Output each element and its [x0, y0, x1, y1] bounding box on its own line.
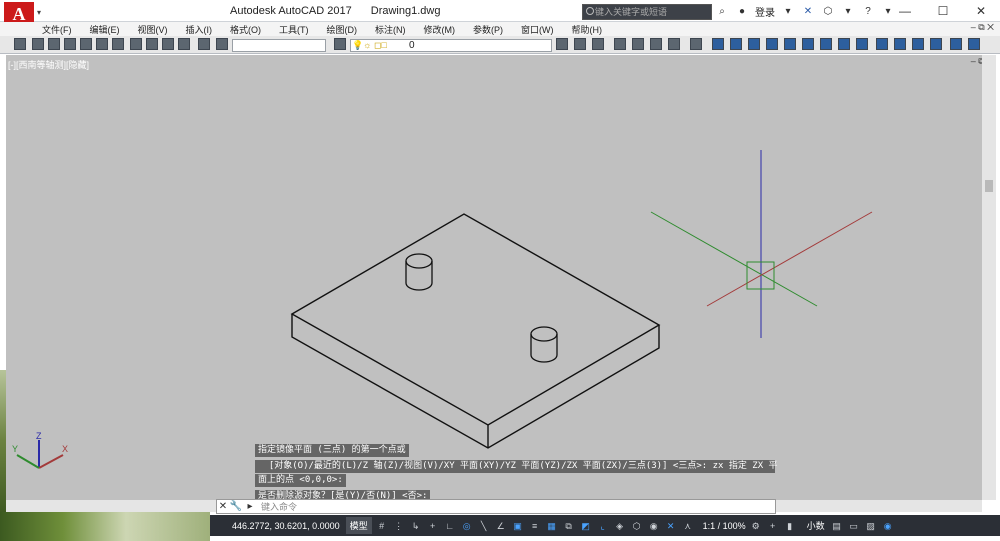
hardware-acceleration-icon[interactable]: ▨	[865, 520, 877, 532]
command-history-line: [对象(O)/最近的(L)/Z 轴(Z)/视图(V)/XY 平面(XY)/YZ …	[255, 460, 778, 473]
gizmo-icon[interactable]: ⬡	[631, 520, 643, 532]
command-close-icon[interactable]: ✕	[217, 501, 229, 512]
dynamic-ucs-icon[interactable]: ⌞	[597, 520, 609, 532]
annotation-visibility-icon[interactable]: ◉	[648, 520, 660, 532]
selection-filter-icon[interactable]: ◈	[614, 520, 626, 532]
cylinder-right[interactable]	[530, 326, 558, 363]
object-snap-icon[interactable]: ▣	[512, 520, 524, 532]
transparency-icon[interactable]: ▦	[546, 520, 558, 532]
isolate-objects-icon[interactable]: ▮	[784, 520, 796, 532]
model-space-button[interactable]: 模型	[345, 517, 372, 534]
base-plate[interactable]	[290, 213, 661, 449]
annotation-monitor-icon[interactable]: +	[767, 520, 779, 532]
selection-cycling-icon[interactable]: ⧉	[563, 520, 575, 532]
object-snap-tracking-icon[interactable]: ∠	[495, 520, 507, 532]
ucs-icon: Z X Y	[12, 431, 68, 469]
desktop-background-left	[0, 370, 6, 512]
command-line: ✕ 🔧 ▸ 键入命令	[216, 499, 776, 514]
desktop-background	[0, 512, 210, 541]
annotation-scale[interactable]: 1:1 / 100%	[703, 521, 746, 531]
status-bar: 446.2772, 30.6201, 0.0000 模型 # ⋮ ↳ + ∟ ◎…	[210, 515, 1000, 536]
command-history: 指定镜像平面 (三点) 的第一个点或 [对象(O)/最近的(L)/Z 轴(Z)/…	[255, 444, 778, 504]
autocad-window: A ▾ Autodesk AutoCAD 2017 Drawing1.dwg 键…	[0, 0, 1000, 541]
command-input[interactable]: 键入命令	[257, 500, 775, 513]
isodraft-icon[interactable]: ╲	[478, 520, 490, 532]
coordinates-readout[interactable]: 446.2772, 30.6201, 0.0000	[210, 521, 346, 531]
crosshair-cursor	[650, 150, 873, 338]
ortho-icon[interactable]: ∟	[444, 520, 456, 532]
ucs-z-label: Z	[36, 431, 42, 441]
dynamic-input-icon[interactable]: +	[427, 520, 439, 532]
units-display[interactable]: 小数	[807, 519, 825, 532]
cylinder-left[interactable]	[405, 253, 433, 291]
ucs-y-label: Y	[12, 444, 18, 454]
workspace-switch-icon[interactable]: ⚙	[750, 520, 762, 532]
lineweight-icon[interactable]: ≡	[529, 520, 541, 532]
infer-constraints-icon[interactable]: ↳	[410, 520, 422, 532]
lock-ui-icon[interactable]: ▭	[848, 520, 860, 532]
command-history-line: 指定镜像平面 (三点) 的第一个点或	[255, 444, 409, 457]
annotation-scale-icon[interactable]: ⋏	[682, 520, 694, 532]
customize-wrench-icon[interactable]: 🔧	[229, 501, 243, 512]
recent-commands-icon[interactable]: ▸	[243, 501, 257, 512]
ucs-x-label: X	[62, 444, 68, 454]
quick-properties-icon[interactable]: ▤	[831, 520, 843, 532]
clean-screen-icon[interactable]: ◉	[882, 520, 894, 532]
grid-icon[interactable]: #	[376, 520, 388, 532]
snap-mode-icon[interactable]: ⋮	[393, 520, 405, 532]
polar-tracking-icon[interactable]: ◎	[461, 520, 473, 532]
3d-object-snap-icon[interactable]: ◩	[580, 520, 592, 532]
auto-scale-icon[interactable]: ✕	[665, 520, 677, 532]
command-history-line: 面上的点 <0,0,0>:	[255, 474, 346, 487]
